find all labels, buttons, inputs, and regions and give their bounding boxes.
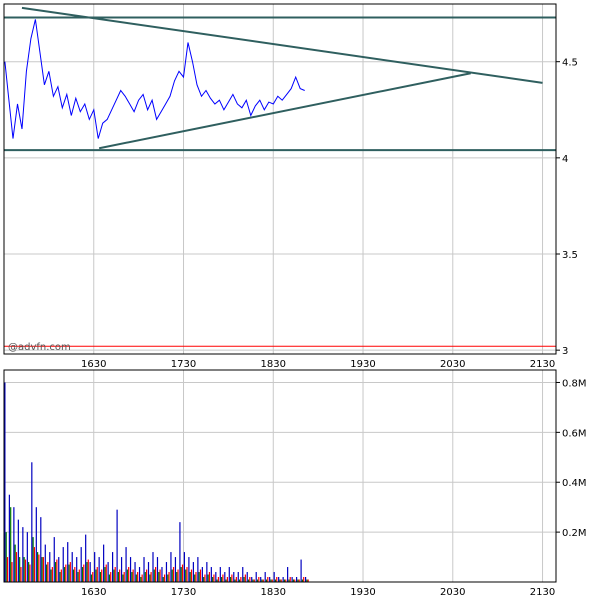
chart-background [0, 0, 600, 600]
watermark: @advfn.com [8, 342, 71, 353]
price-x-tick-label: 1930 [350, 359, 375, 370]
volume-x-tick-label: 1930 [350, 587, 375, 598]
volume-x-tick-label: 1630 [81, 587, 106, 598]
price-y-tick-label: 3 [562, 346, 568, 357]
volume-y-tick-label: 0.4M [562, 478, 587, 489]
price-x-tick-label: 1830 [261, 359, 286, 370]
volume-x-tick-label: 2030 [440, 587, 465, 598]
volume-x-tick-label: 1830 [261, 587, 286, 598]
price-y-tick-label: 4.5 [562, 58, 578, 69]
volume-y-tick-label: 0.6M [562, 428, 587, 439]
price-x-tick-label: 1730 [171, 359, 196, 370]
price-x-tick-label: 1630 [81, 359, 106, 370]
price-x-tick-label: 2030 [440, 359, 465, 370]
price-y-tick-label: 4 [562, 154, 568, 165]
volume-x-tick-label: 2130 [530, 587, 555, 598]
volume-y-tick-label: 0.8M [562, 378, 587, 389]
price-y-tick-label: 3.5 [562, 250, 578, 261]
price-x-tick-label: 2130 [530, 359, 555, 370]
volume-x-tick-label: 1730 [171, 587, 196, 598]
volume-y-tick-label: 0.2M [562, 528, 587, 539]
stock-chart: 3 3.5 4 4.5 1630 1730 1830 1930 2030 2130 @advfn… [0, 0, 600, 600]
